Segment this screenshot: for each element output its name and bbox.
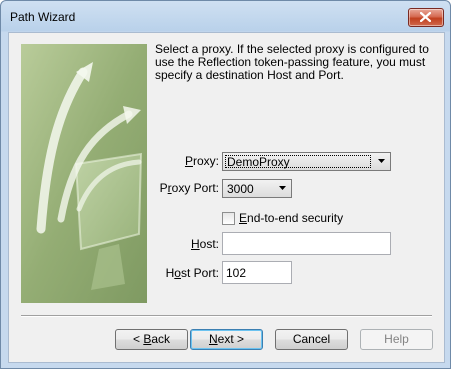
back-prefix: < <box>132 332 144 346</box>
wizard-body: Select a proxy. If the selected proxy is… <box>8 32 445 363</box>
host-label: Host: <box>159 237 219 251</box>
end-to-end-mnemonic: E <box>239 211 248 225</box>
close-icon <box>420 12 431 22</box>
help-button[interactable]: Help <box>360 329 433 350</box>
title-bar: Path Wizard <box>1 1 450 31</box>
cancel-button[interactable]: Cancel <box>275 329 348 350</box>
end-to-end-security-label[interactable]: End-to-end security <box>239 211 343 225</box>
host-port-label-text: st Port: <box>180 266 219 280</box>
host-input[interactable] <box>222 232 391 255</box>
back-button[interactable]: < Back <box>115 329 188 350</box>
window-title: Path Wizard <box>10 10 76 24</box>
host-port-input-value: 102 <box>226 266 247 280</box>
dropdown-arrow-icon <box>279 186 286 190</box>
host-port-label-pre: H <box>165 266 175 280</box>
host-port-label-mnemonic: o <box>174 266 181 280</box>
wizard-banner-art <box>21 44 147 303</box>
next-button[interactable]: Next > <box>190 329 263 350</box>
end-to-end-security-checkbox[interactable] <box>222 212 235 225</box>
wizard-instructions: Select a proxy. If the selected proxy is… <box>155 42 429 82</box>
dropdown-arrow-icon <box>378 159 385 163</box>
proxy-port-label: Proxy Port: <box>149 181 219 195</box>
host-label-text: ost: <box>199 237 219 251</box>
back-text: ack <box>151 332 171 346</box>
host-label-mnemonic: H <box>190 237 200 251</box>
help-text: Help <box>384 332 409 346</box>
host-port-label: Host Port: <box>149 266 219 280</box>
host-port-input[interactable]: 102 <box>222 261 292 284</box>
proxy-label-text: roxy: <box>192 154 219 168</box>
proxy-select[interactable]: DemoProxy <box>222 152 391 171</box>
proxy-port-select-value: 3000 <box>227 182 254 196</box>
next-mnemonic: N <box>208 332 218 346</box>
proxy-port-label-text: oxy Port: <box>171 181 219 195</box>
proxy-label: Proxy: <box>159 154 219 168</box>
end-to-end-label-text: nd-to-end security <box>247 211 344 225</box>
next-text: ext > <box>217 332 245 346</box>
button-separator <box>21 315 432 317</box>
close-button[interactable] <box>408 8 444 27</box>
proxy-label-mnemonic: P <box>184 154 193 168</box>
path-wizard-window: Path Wizard Select a proxy. If the selec… <box>0 0 451 369</box>
cancel-text: Cancel <box>292 332 331 346</box>
proxy-select-value: DemoProxy <box>227 155 290 169</box>
proxy-port-select[interactable]: 3000 <box>222 179 292 198</box>
proxy-port-label-pre: P <box>159 181 168 195</box>
